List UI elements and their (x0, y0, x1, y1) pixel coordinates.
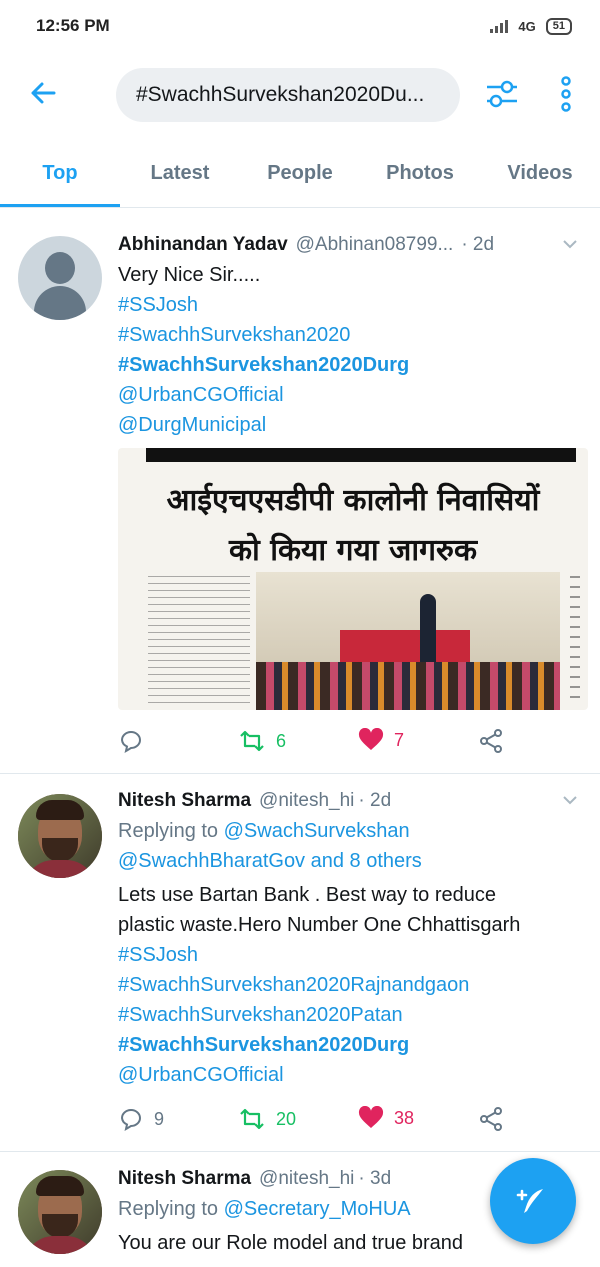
compose-tweet-icon (516, 1189, 543, 1213)
tab-people[interactable]: People (240, 146, 360, 208)
like-button[interactable]: 38 (358, 1106, 414, 1130)
tweet-time: · 3d (358, 1168, 392, 1189)
tweet-text: plastic waste.Hero Number One Chhattisga… (118, 914, 521, 936)
retweet-count: 20 (276, 1108, 297, 1129)
like-count: 7 (394, 729, 405, 750)
reply-button[interactable]: 9 (118, 1106, 164, 1132)
share-button[interactable] (478, 1106, 504, 1132)
tweet-text: Very Nice Sir..... (118, 264, 261, 286)
tweet-header: Abhinandan Yadav @Abhinan08799... · 2d (118, 230, 580, 260)
avatar[interactable] (18, 236, 102, 320)
hashtag-link[interactable]: #SwachhSurvekshan2020Rajnandgaon (118, 970, 580, 1000)
author-handle: @nitesh_hi (259, 1168, 355, 1189)
network-type: 4G (518, 18, 536, 34)
back-arrow-icon (31, 82, 56, 104)
replying-to-prefix: Replying to (118, 1198, 219, 1220)
tweet-media-image[interactable]: आईएचएसडीपी कालोनी निवासियों को किया गया … (118, 448, 588, 710)
hashtag-link[interactable]: #SwachhSurvekshan2020Patan (118, 1000, 580, 1030)
tweet-text: Lets use Bartan Bank . Best way to reduc… (118, 884, 496, 906)
tweet-time: · 2d (461, 234, 495, 255)
retweet-button[interactable]: 20 (238, 1106, 296, 1132)
battery-level: 51 (552, 19, 565, 32)
replying-to: Replying to @SwachSurvekshan (118, 816, 580, 846)
reply-count: 9 (154, 1108, 165, 1129)
avatar[interactable] (18, 1170, 102, 1254)
tab-videos[interactable]: Videos (480, 146, 600, 208)
like-count: 38 (394, 1107, 415, 1128)
search-filter-button[interactable] (484, 76, 520, 112)
hashtag-link[interactable]: #SwachhSurvekshan2020 (118, 320, 580, 350)
author-name[interactable]: Nitesh Sharma (118, 790, 251, 812)
replying-to-others[interactable]: @SwachhBharatGov and 8 others (118, 846, 580, 876)
tweet[interactable]: Nitesh Sharma @nitesh_hi · 2d Replying t… (0, 774, 600, 1152)
reply-icon (120, 731, 141, 754)
mention-link[interactable]: @SwachSurvekshan (224, 820, 410, 842)
tweet-body: Abhinandan Yadav @Abhinan08799... · 2d V… (118, 230, 580, 440)
share-button[interactable] (478, 728, 504, 754)
tweet[interactable]: Abhinandan Yadav @Abhinan08799... · 2d V… (0, 208, 600, 774)
hashtag-link[interactable]: #SwachhSurvekshan2020Durg (118, 350, 580, 380)
mention-link[interactable]: @DurgMunicipal (118, 410, 580, 440)
hashtag-link[interactable]: #SSJosh (118, 940, 580, 970)
default-avatar-icon (45, 252, 75, 284)
tweet-actions: 6 7 (118, 728, 518, 758)
mention-link[interactable]: @Secretary_MoHUA (224, 1198, 411, 1220)
chevron-down-icon[interactable] (560, 790, 580, 810)
mention-link[interactable]: @UrbanCGOfficial (118, 1060, 580, 1090)
hashtag-link[interactable]: #SSJosh (118, 290, 580, 320)
more-vertical-icon (561, 76, 571, 112)
replying-to-prefix: Replying to (118, 820, 219, 842)
reply-button[interactable] (118, 728, 144, 754)
tweet-actions: 9 20 38 (118, 1106, 518, 1136)
retweet-button[interactable]: 6 (238, 728, 286, 754)
heart-icon (358, 728, 384, 750)
avatar[interactable] (18, 794, 102, 878)
share-icon (480, 729, 502, 753)
heart-icon (358, 1106, 384, 1128)
retweet-icon (240, 730, 264, 752)
reply-icon (120, 1109, 141, 1132)
retweet-count: 6 (276, 730, 287, 751)
author-name[interactable]: Nitesh Sharma (118, 1168, 251, 1190)
tab-photos[interactable]: Photos (360, 146, 480, 208)
battery-icon: 51 (545, 17, 572, 35)
filter-sliders-icon (487, 80, 517, 108)
status-icons: 4G 51 (490, 17, 572, 35)
tweet-time: · 2d (358, 790, 392, 811)
author-name[interactable]: Abhinandan Yadav (118, 234, 288, 256)
tab-top[interactable]: Top (0, 146, 120, 208)
search-query-text: #SwachhSurvekshan2020Du... (136, 83, 425, 106)
search-input[interactable]: #SwachhSurvekshan2020Du... (116, 68, 460, 122)
status-bar: 12:56 PM 4G 51 (0, 0, 600, 52)
search-top-bar: #SwachhSurvekshan2020Du... (0, 52, 600, 134)
media-photo (256, 572, 560, 710)
compose-tweet-button[interactable] (490, 1158, 576, 1244)
overflow-menu-button[interactable] (556, 74, 576, 114)
author-handle: @Abhinan08799... (295, 234, 454, 255)
signal-icon (490, 19, 509, 33)
tweet-header: Nitesh Sharma @nitesh_hi · 2d (118, 786, 580, 816)
author-handle: @nitesh_hi (259, 790, 355, 811)
like-button[interactable]: 7 (358, 728, 404, 752)
back-button[interactable] (28, 78, 58, 108)
retweet-icon (240, 1108, 264, 1130)
media-headline-2: को किया गया जागरुक (228, 533, 478, 568)
search-tabs: Top Latest People Photos Videos (0, 146, 600, 208)
tab-latest[interactable]: Latest (120, 146, 240, 208)
mention-link[interactable]: @UrbanCGOfficial (118, 380, 580, 410)
tweet-body: Nitesh Sharma @nitesh_hi · 2d Replying t… (118, 786, 580, 1090)
chevron-down-icon[interactable] (560, 234, 580, 254)
share-icon (480, 1107, 502, 1131)
media-headline-1: आईएचएसडीपी कालोनी निवासियों (166, 483, 540, 518)
hashtag-link[interactable]: #SwachhSurvekshan2020Durg (118, 1030, 580, 1060)
status-time: 12:56 PM (36, 16, 110, 35)
